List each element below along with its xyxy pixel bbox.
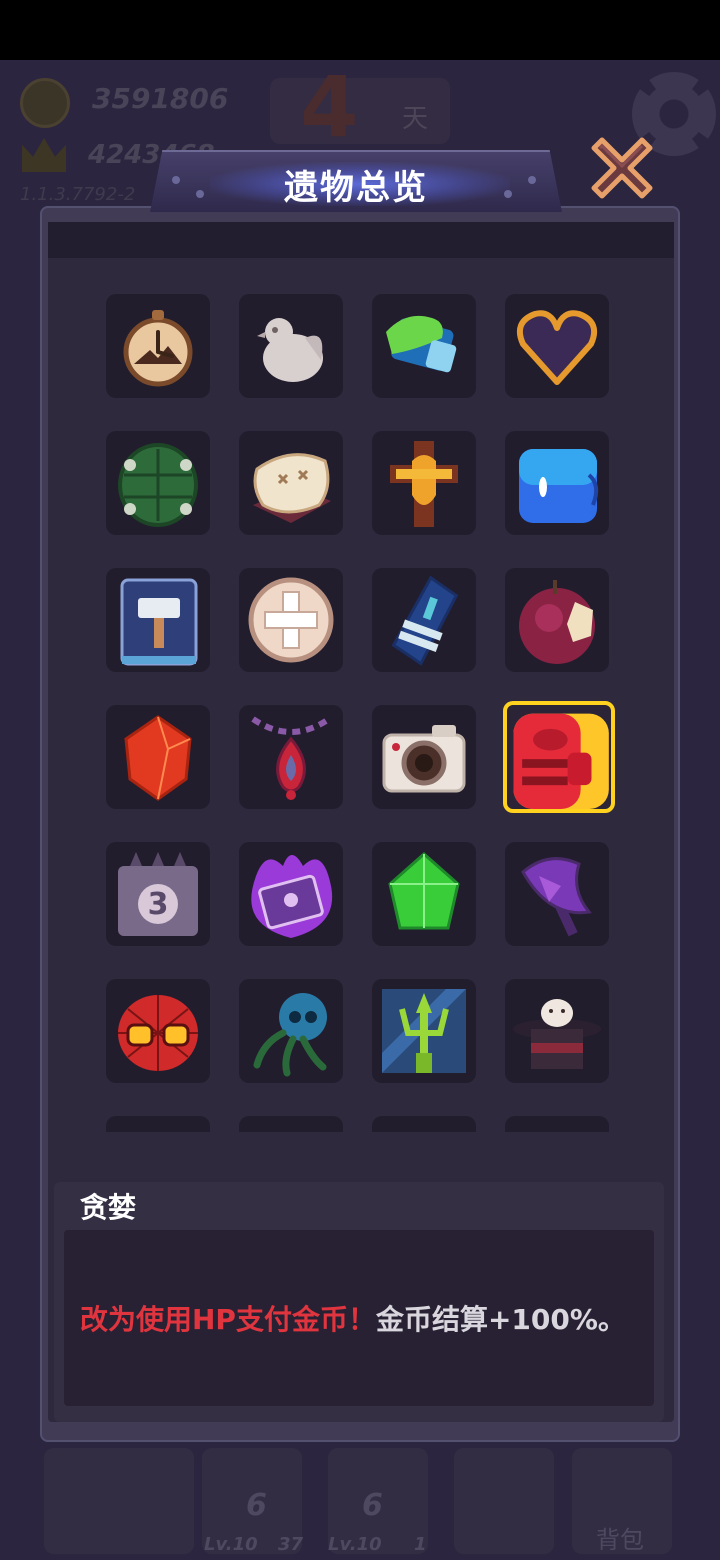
spider-mask-icon [118,995,198,1071]
relic-slot-partial[interactable] [372,1116,476,1132]
relic-slot[interactable] [372,842,476,946]
relic-slot-partial[interactable] [505,1116,609,1132]
relic-slot[interactable] [239,568,343,672]
bottom-card-2-num: 6 [362,1488,383,1523]
relic-slot[interactable] [372,705,476,809]
relic-slot[interactable] [106,431,210,535]
modal-title: 遗物总览 [284,168,428,208]
relic-effect-text: 改为使用HP支付金币！金币结算+100%。 [80,1298,626,1338]
stone-chicken-icon [257,318,323,382]
flame-amulet-icon [251,716,331,800]
day-number: 4 [300,58,359,156]
relic-effect-rest: 金币结算+100%。 [375,1303,626,1336]
coin-counter: 3591806 [92,82,229,115]
version-label: 1.1.3.7792-2 [20,184,136,205]
bitten-apple-icon [519,580,595,664]
relic-slot[interactable] [106,294,210,398]
relic-slot[interactable] [372,294,476,398]
relic-slot[interactable] [505,294,609,398]
bottom-card-2-count: 1 [414,1534,427,1555]
red-gem-icon [124,715,192,801]
relic-slot[interactable] [372,431,476,535]
panel-header-band [48,222,674,258]
relic-slot[interactable] [239,431,343,535]
relic-slot[interactable]: 3 [106,842,210,946]
bottom-card-2-level: Lv.10 [328,1534,382,1555]
relic-slot[interactable] [372,568,476,672]
relic-slot[interactable] [239,979,343,1083]
relic-slot[interactable] [505,431,609,535]
green-gem-icon [388,851,460,930]
relic-slot-partial[interactable] [239,1116,343,1132]
purple-axe-icon [521,857,592,937]
green-trident-icon [382,989,466,1073]
bottom-card-1-num: 6 [246,1488,267,1523]
day-unit: 天 [402,104,429,134]
cursed-book-icon [251,855,333,938]
bottom-card-3[interactable] [454,1448,554,1554]
relic-slot[interactable] [505,568,609,672]
blue-coffin-icon [391,575,459,666]
blue-slime-cube-icon [519,449,599,523]
relic-slot[interactable] [106,979,210,1083]
relic-slot[interactable] [239,705,343,809]
close-button[interactable] [584,130,660,206]
bag-label: 背包 [596,1526,644,1554]
greed-mimic-icon [513,713,609,809]
camera-icon [382,725,466,793]
coin-icon [20,78,70,128]
relic-slot[interactable] [239,842,343,946]
pocket-watch-icon [123,310,193,387]
magic-hat-icon [513,999,601,1069]
golden-cross-icon [390,441,458,527]
relic-slot[interactable] [372,979,476,1083]
relic-slot[interactable] [239,294,343,398]
relic-slot[interactable] [503,701,615,813]
octopus-skull-icon [253,993,327,1077]
holy-cross-shield-icon [248,577,334,663]
bottom-card-1-level: Lv.10 [204,1534,258,1555]
hammer-book-icon [120,578,198,666]
pillow-icon [253,453,331,523]
relic-slot[interactable] [505,842,609,946]
status-bar [0,0,720,60]
relic-slot[interactable] [106,568,210,672]
turtle-shell-icon [118,443,198,527]
hero-portrait[interactable] [44,1448,194,1554]
skull-calendar-icon: 3 [118,852,198,936]
relic-slot-partial[interactable] [106,1116,210,1132]
close-icon [591,137,653,199]
heart-frame-icon [517,310,597,385]
svg-text:3: 3 [148,887,169,922]
relic-slot[interactable] [505,979,609,1083]
relic-effect-highlight: 改为使用HP支付金币！ [80,1303,376,1336]
relic-slot[interactable] [106,705,210,809]
relic-name: 贪婪 [80,1191,137,1224]
bottom-card-1-count: 37 [278,1534,304,1555]
slime-scroll-icon [386,315,457,373]
relic-grid[interactable]: 3 [96,284,624,1132]
